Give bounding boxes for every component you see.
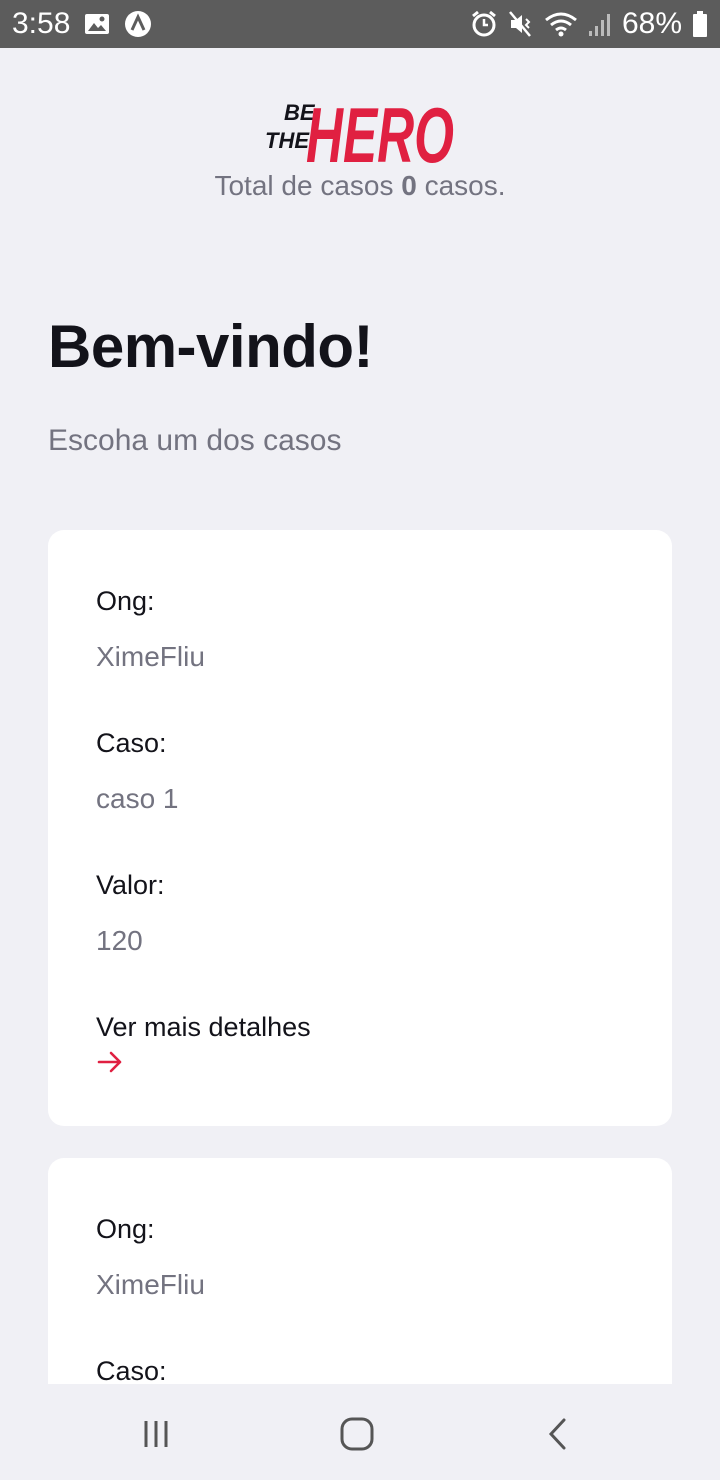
svg-text:HERO: HERO <box>306 91 454 170</box>
ong-label: Ong: <box>96 586 155 616</box>
status-time: 3:58 <box>12 7 71 40</box>
battery-icon <box>692 10 708 38</box>
ong-value: XimeFliu <box>96 641 205 672</box>
wifi-icon <box>544 11 578 37</box>
battery-percent: 68% <box>621 7 682 40</box>
be-the-hero-logo: BE THE HERO <box>265 91 454 170</box>
status-bar: 3:58 68% <box>0 0 720 48</box>
incident-card: Ong: XimeFliu Caso: <box>48 1158 672 1384</box>
page-title: Bem-vindo! <box>48 313 374 380</box>
ong-label: Ong: <box>96 1214 155 1244</box>
recent-apps-icon[interactable] <box>136 1414 176 1454</box>
total-cases-text: Total de casos 0 casos. <box>214 170 506 201</box>
page-subtitle: Escoha um dos casos <box>48 424 342 457</box>
navigation-bar <box>0 1384 720 1480</box>
details-label[interactable]: Ver mais detalhes <box>96 1012 311 1042</box>
alarm-icon <box>470 10 498 38</box>
back-icon[interactable] <box>538 1414 578 1454</box>
value-amount: 120 <box>96 925 143 956</box>
image-icon <box>84 13 110 35</box>
case-label: Caso: <box>96 1356 167 1384</box>
ong-value: XimeFliu <box>96 1269 205 1300</box>
details-button[interactable]: Ver mais detalhes <box>96 1010 624 1076</box>
incident-list[interactable]: Ong: XimeFliu Caso: caso 1 Valor: 120 Ve… <box>0 530 720 1384</box>
arrow-right-icon[interactable] <box>96 1048 124 1076</box>
incident-card: Ong: XimeFliu Caso: caso 1 Valor: 120 Ve… <box>48 530 672 1126</box>
mute-vibrate-icon <box>508 10 534 38</box>
svg-text:THE: THE <box>265 128 310 153</box>
home-icon[interactable] <box>337 1414 377 1454</box>
signal-icon <box>588 11 612 37</box>
app-a-icon <box>124 10 152 38</box>
total-cases-count: 0 <box>401 170 417 201</box>
case-label: Caso: <box>96 728 167 758</box>
case-value: caso 1 <box>96 783 179 814</box>
value-label: Valor: <box>96 870 165 900</box>
